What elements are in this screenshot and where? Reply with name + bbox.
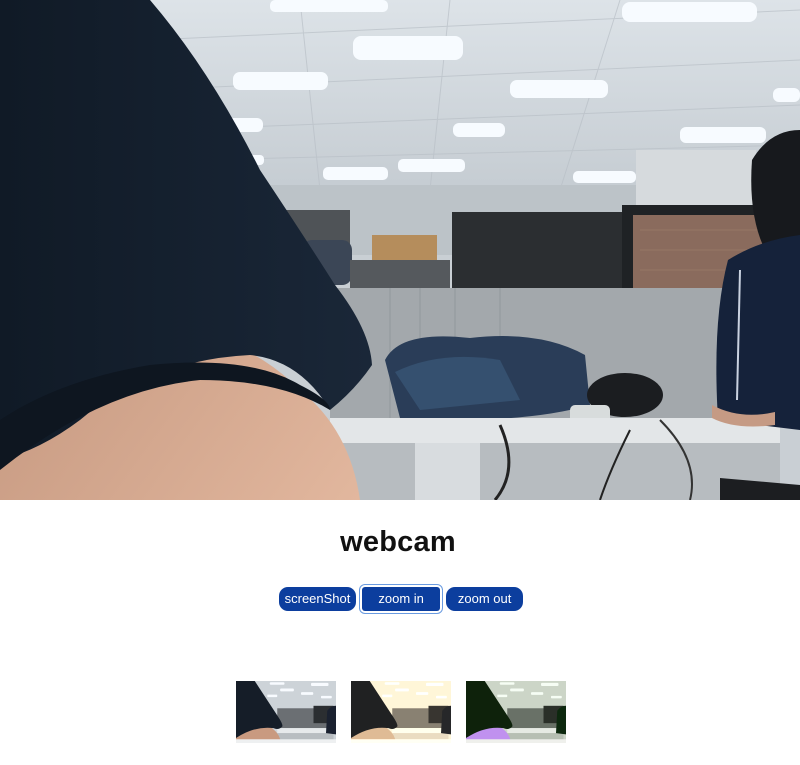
webcam-video	[0, 0, 800, 500]
zoom-in-button[interactable]: zoom in	[362, 587, 440, 611]
camera-controls: screenShot zoom in zoom out	[0, 587, 800, 611]
page-title: webcam	[340, 526, 456, 558]
screenshot-thumbnail-purple[interactable]	[466, 681, 566, 743]
screenshot-button[interactable]: screenShot	[278, 587, 357, 611]
zoom-out-button[interactable]: zoom out	[445, 587, 524, 611]
screenshot-thumbnail-sepia[interactable]	[351, 681, 451, 743]
screenshot-thumbnail-normal[interactable]	[236, 681, 336, 743]
